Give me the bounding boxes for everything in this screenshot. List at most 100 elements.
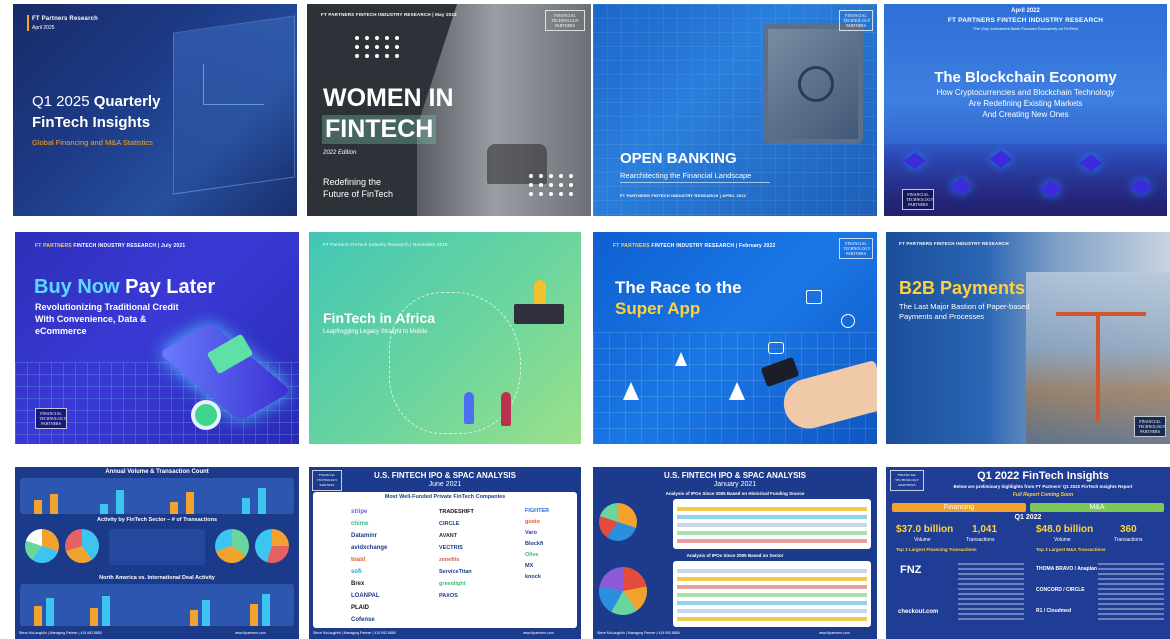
report-subtitle-line3: eCommerce (35, 326, 87, 336)
table-row (677, 601, 867, 605)
report-series: FT PARTNERS FINTECH INDUSTRY RESEARCH | … (321, 12, 457, 17)
ma-volume-label: Volume (1054, 537, 1071, 543)
report-card-bnpl[interactable]: FT PARTNERS FINTECH INDUSTRY RESEARCH | … (15, 232, 299, 444)
donut-chart (215, 529, 249, 563)
company-logo: CIRCLE (439, 521, 460, 527)
fin-volume: $37.0 billion (896, 524, 954, 535)
pie-chart (599, 567, 647, 615)
report-subtitle-line1: Revolutionizing Traditional Credit (35, 302, 179, 312)
legend-panel (109, 529, 205, 565)
chart-bar (242, 498, 250, 514)
sector-table (673, 561, 871, 627)
footer-url: www.ftpartners.com (523, 631, 554, 635)
report-card-b2b-payments[interactable]: FT PARTNERS FINTECH INDUSTRY RESEARCH B2… (886, 232, 1170, 444)
chart-bar (250, 604, 258, 626)
series-accent: FT PARTNERS (613, 243, 650, 249)
footer-contact: Steve McLaughlin | Managing Partner | 41… (313, 631, 396, 635)
report-card-q1-2025[interactable]: FT Partners Research April 2025 Q1 2025 … (13, 4, 297, 216)
pie-chart (599, 503, 637, 541)
title-underline (620, 182, 770, 183)
company-logo: greenlight (439, 581, 466, 587)
company-logo: PLAID (351, 605, 369, 611)
donut-chart (255, 529, 289, 563)
table-row (677, 617, 867, 621)
report-card-ipo-spac-june[interactable]: FINANCIAL TECHNOLOGY PARTNERS U.S. FINTE… (309, 467, 581, 639)
quarter-label: Q1 2022 (1014, 514, 1042, 521)
sailboat-icon (729, 382, 745, 400)
report-card-fintech-africa[interactable]: FT Partners FinTech Industry Research | … (309, 232, 581, 444)
chart-bar (170, 502, 178, 514)
report-subtitle: Rearchitecting the Financial Landscape (620, 171, 752, 180)
report-card-volume-count[interactable]: Annual Volume & Transaction Count Activi… (15, 467, 299, 639)
infographic-date: January 2021 (713, 481, 757, 488)
table-row (677, 523, 867, 527)
company-logo: PAXOS (439, 593, 458, 599)
report-series: FT PARTNERS FINTECH INDUSTRY RESEARCH | … (620, 193, 747, 198)
table-heading: Most Well-Funded Private FinTech Compani… (384, 494, 506, 500)
company-logo: Cofense (351, 617, 375, 623)
table-row (677, 531, 867, 535)
tab-ma[interactable]: M&A (1030, 503, 1164, 512)
chart-bar (258, 488, 266, 514)
report-card-q1-2022[interactable]: FINANCIAL TECHNOLOGY PARTNERS Q1 2022 Fi… (886, 467, 1170, 639)
company-logo: chime (351, 521, 369, 527)
company-logo: R1 / Cloudmed (1036, 608, 1072, 614)
company-logo: Dataminr (351, 533, 378, 539)
report-subtitle-line2: With Convenience, Data & (35, 314, 147, 324)
ftp-logo: FINANCIAL TECHNOLOGY PARTNERS (902, 189, 934, 210)
ftp-logo: FINANCIAL TECHNOLOGY PARTNERS (839, 10, 873, 31)
footer-url: www.ftpartners.com (819, 631, 850, 635)
report-series: FT PARTNERS FINTECH INDUSTRY RESEARCH (947, 17, 1104, 24)
chart-bar (90, 608, 98, 626)
company-table: Most Well-Funded Private FinTech Compani… (313, 492, 577, 628)
deal-text-block (1098, 563, 1164, 623)
report-card-ipo-spac-jan[interactable]: U.S. FINTECH IPO & SPAC ANALYSIS January… (593, 467, 877, 639)
donut-chart (65, 529, 99, 563)
report-title-line1: The Race to the (615, 278, 742, 297)
report-subtitle: Global Financing and M&A Statistics (32, 138, 153, 147)
report-subtitle-line2: Payments and Processes (899, 312, 985, 321)
fin-top-heading: Top 3 Largest Financing Transactions (896, 547, 977, 552)
report-card-women-in-fintech[interactable]: FT PARTNERS FINTECH INDUSTRY RESEARCH | … (307, 4, 591, 216)
accent-bar (27, 15, 29, 31)
report-title-line1: WOMEN IN (323, 84, 454, 112)
infographic-subtitle: Below are preliminary highlights from FT… (953, 484, 1133, 489)
deal-text-block (958, 563, 1024, 623)
report-card-super-app[interactable]: FT PARTNERS FINTECH INDUSTRY RESEARCH | … (593, 232, 877, 444)
report-subtitle-line3: And Creating New Ones (982, 110, 1069, 119)
chart-bar (50, 494, 58, 514)
deal-activity-panel (20, 584, 294, 626)
report-title-line2: Super App (615, 299, 701, 318)
company-logo: stripe (351, 509, 368, 515)
company-logo: knock (525, 574, 541, 580)
title-bold: Quarterly (93, 93, 161, 110)
company-logo: FNZ (900, 564, 922, 576)
report-series: FT Partners Research (32, 16, 99, 22)
footer-contact: Steve McLaughlin | Managing Partner | 41… (597, 631, 680, 635)
chart-bar (102, 596, 110, 626)
report-title: Buy Now Pay Later (34, 276, 215, 299)
report-card-open-banking[interactable]: OPEN BANKING Rearchitecting the Financia… (593, 4, 877, 216)
funding-table (673, 499, 871, 549)
table-row (677, 507, 867, 511)
ftp-logo: FINANCIAL TECHNOLOGY PARTNERS (545, 10, 585, 31)
chart-glow (203, 64, 264, 105)
company-logo: VECTRIS (439, 545, 463, 551)
report-series: FT Partners FinTech Industry Research | … (323, 242, 448, 247)
person-illustration (501, 392, 511, 426)
table-row (677, 609, 867, 613)
tagline-line1: Redefining the (323, 177, 382, 187)
fin-count: 1,041 (972, 524, 998, 535)
desk-illustration (514, 304, 564, 324)
series-rest: FINTECH INDUSTRY RESEARCH | July 2021 (71, 243, 186, 249)
company-logo: gusto (525, 519, 540, 525)
infographic-title: U.S. FINTECH IPO & SPAC ANALYSIS (664, 471, 806, 480)
volume-panel (20, 478, 294, 514)
report-card-blockchain-economy[interactable]: April 2022 FT PARTNERS FINTECH INDUSTRY … (884, 4, 1167, 216)
report-series: FT PARTNERS FINTECH INDUSTRY RESEARCH (899, 241, 1009, 246)
chart-bar (190, 610, 198, 626)
tab-financing[interactable]: Financing (892, 503, 1026, 512)
report-series-sub: The Only Investment Bank Focused Exclusi… (972, 26, 1079, 31)
report-subtitle-line1: The Last Major Bastion of Paper-based (899, 302, 1030, 311)
chart-bar (100, 504, 108, 514)
